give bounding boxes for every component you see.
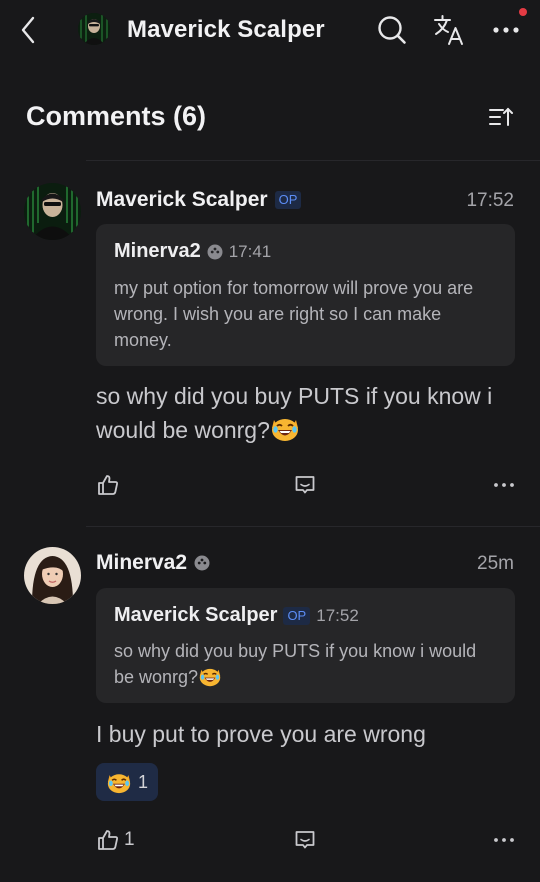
comment-item: Minerva2 25m Maverick Scalper OP 17:52 s…: [0, 527, 540, 882]
notification-dot: [519, 8, 527, 16]
op-badge: OP: [274, 191, 302, 209]
quote-header: Minerva2 17:41: [114, 240, 271, 263]
avatar[interactable]: [24, 183, 81, 240]
thumbs-up-icon: [98, 475, 118, 495]
op-badge: OP: [283, 606, 311, 625]
avatar[interactable]: [24, 547, 81, 604]
laughing-cat-emoji: [107, 774, 131, 794]
reaction-chip[interactable]: 1: [96, 763, 158, 801]
more-icon: [494, 838, 514, 842]
quote-text: so why did you buy PUTS if you know i wo…: [114, 638, 497, 690]
reply-button[interactable]: [294, 829, 316, 851]
quoted-comment[interactable]: Maverick Scalper OP 17:52 so why did you…: [96, 588, 515, 703]
comment-author[interactable]: Maverick Scalper OP: [96, 188, 302, 212]
quote-time: 17:41: [228, 241, 272, 261]
more-icon: [493, 27, 519, 33]
sort-icon: [489, 107, 513, 126]
quote-author: Maverick Scalper: [114, 604, 278, 626]
search-button[interactable]: [376, 14, 408, 46]
comment-item: Maverick Scalper OP 17:52 Minerva2 17:41…: [0, 161, 540, 526]
comment-text: so why did you buy PUTS if you know i wo…: [96, 379, 520, 447]
quoted-comment[interactable]: Minerva2 17:41 my put option for tomorro…: [96, 224, 515, 366]
laughing-cat-emoji: [199, 668, 221, 687]
comment-time: 17:52: [466, 190, 514, 211]
thumbs-up-icon: [98, 830, 118, 850]
author-name: Maverick Scalper: [96, 188, 268, 211]
author-name: Minerva2: [96, 551, 188, 574]
header-title: Maverick Scalper: [127, 16, 325, 43]
comments-title: Comments (6): [26, 101, 207, 131]
comment-time: 25m: [477, 553, 514, 574]
comment-text: I buy put to prove you are wrong: [96, 721, 426, 747]
back-arrow-icon: [21, 16, 35, 44]
top-bar: Maverick Scalper: [0, 0, 540, 62]
comment-more-button[interactable]: [492, 474, 516, 496]
laughing-cat-emoji: [271, 419, 298, 441]
comment-icon: [295, 476, 315, 494]
user-badge-icon: [194, 555, 210, 571]
header-avatar[interactable]: [78, 13, 110, 45]
more-icon: [494, 483, 514, 487]
like-count: 1: [124, 829, 135, 850]
translate-button[interactable]: [432, 13, 466, 47]
reaction-count: 1: [137, 771, 148, 792]
comment-author[interactable]: Minerva2: [96, 551, 210, 575]
quote-text-content: so why did you buy PUTS if you know i wo…: [114, 641, 477, 687]
translate-icon: [434, 15, 463, 45]
quote-header: Maverick Scalper OP 17:52: [114, 604, 359, 627]
quote-author: Minerva2: [114, 240, 201, 262]
sort-button[interactable]: [487, 103, 515, 131]
like-button[interactable]: [96, 473, 120, 497]
reply-button[interactable]: [294, 474, 316, 496]
quote-time: 17:52: [316, 605, 359, 625]
more-menu-button[interactable]: [488, 14, 524, 46]
comment-icon: [295, 831, 315, 849]
user-badge-icon: [207, 244, 223, 259]
quote-text: my put option for tomorrow will prove yo…: [114, 278, 474, 350]
back-button[interactable]: [14, 14, 42, 46]
comment-more-button[interactable]: [492, 829, 516, 851]
like-button[interactable]: 1: [96, 828, 135, 852]
search-icon: [378, 16, 406, 44]
